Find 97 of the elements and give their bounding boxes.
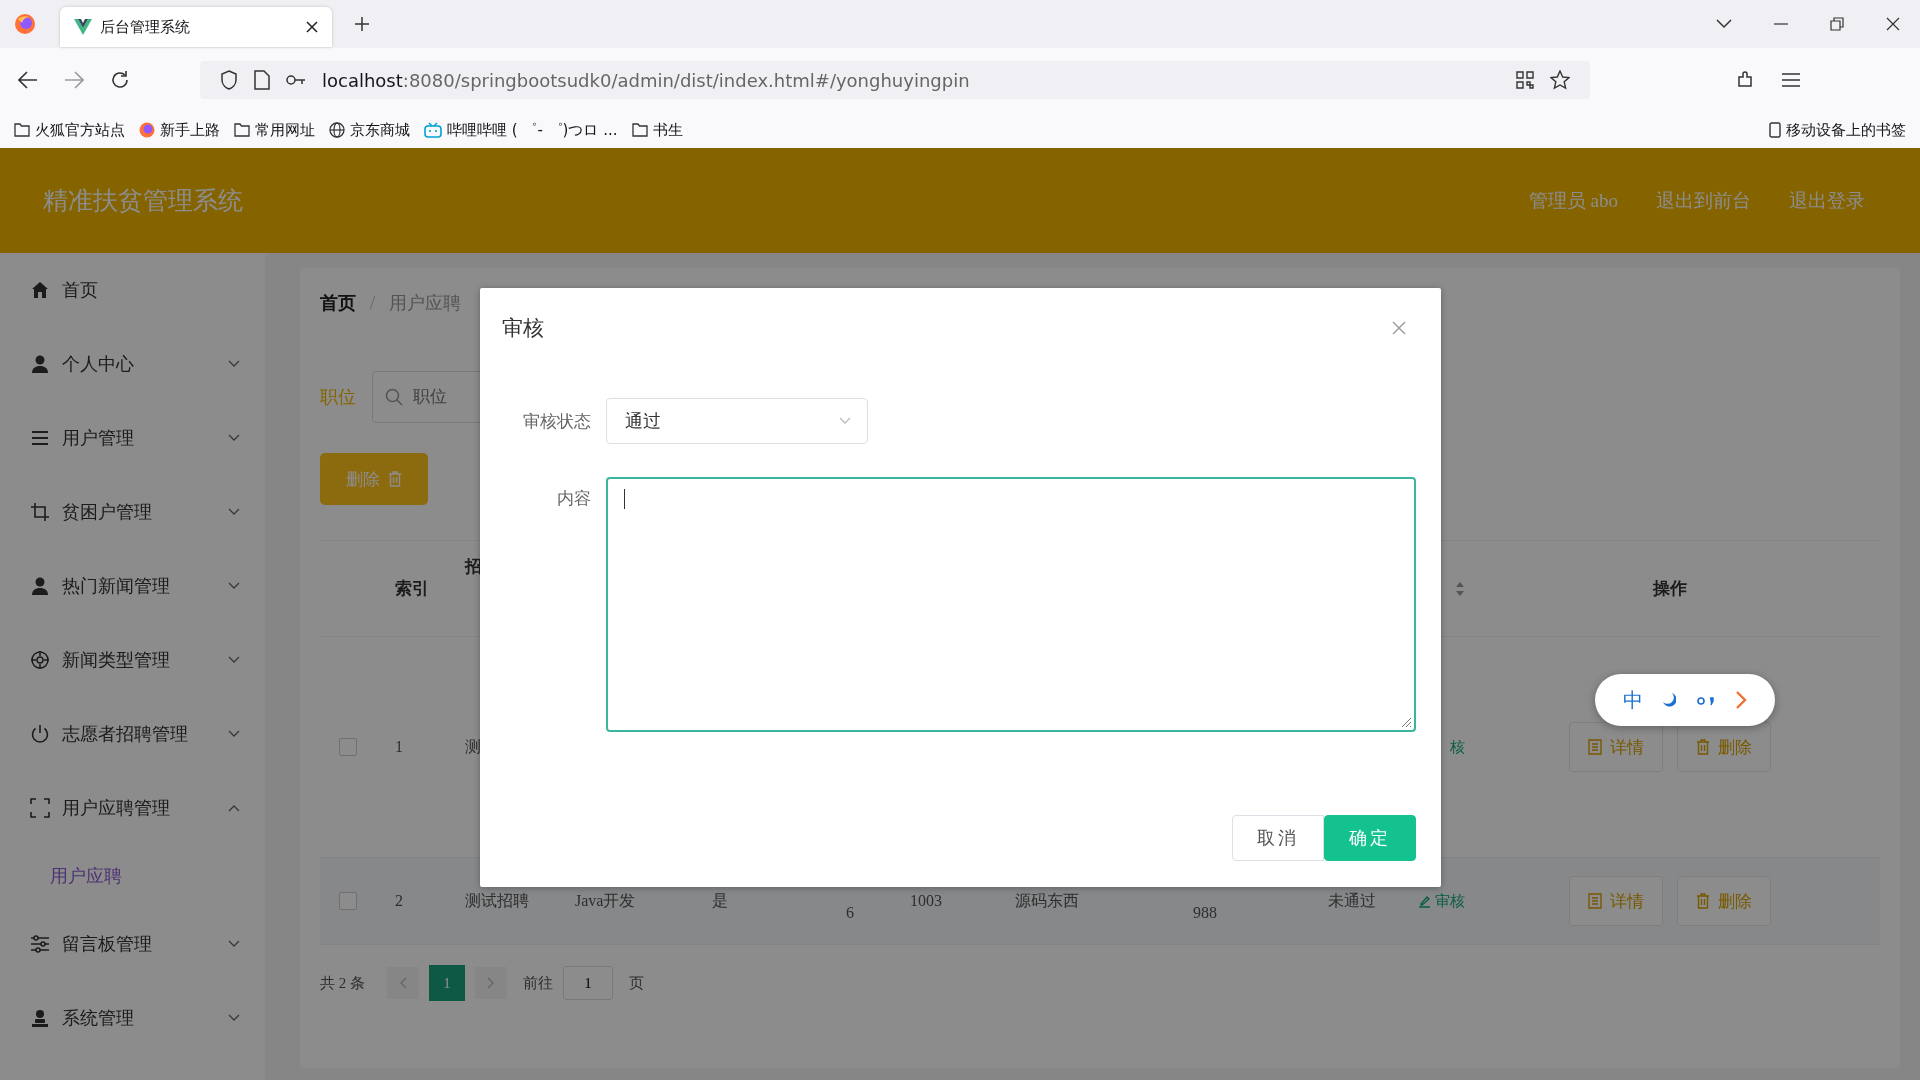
dialog-title: 审核 xyxy=(502,315,544,342)
chevron-right-icon xyxy=(487,977,495,989)
table-cell: 988 xyxy=(1193,904,1217,922)
sidebar-item[interactable]: 热门新闻管理 xyxy=(0,549,265,623)
trash-icon xyxy=(388,471,402,487)
cancel-button[interactable]: 取消 xyxy=(1232,815,1324,861)
app-title: 精准扶贫管理系统 xyxy=(43,186,243,216)
page-input[interactable]: 1 xyxy=(563,966,613,1000)
trash-icon xyxy=(1696,739,1710,755)
browser-tab[interactable]: 后台管理系统 xyxy=(60,7,332,47)
sidebar-item[interactable]: 用户管理 xyxy=(0,401,265,475)
power-icon xyxy=(30,724,50,744)
sidebar-item[interactable]: 贫困户管理 xyxy=(0,475,265,549)
search-label: 职位 xyxy=(320,386,356,409)
chevron-left-icon xyxy=(399,977,407,989)
close-icon[interactable] xyxy=(306,21,318,33)
sidebar-subitem[interactable]: 用户应聘 xyxy=(0,845,265,907)
table-cell-text: 未通过 xyxy=(1328,890,1376,911)
chevron-right-icon[interactable] xyxy=(1735,690,1748,710)
tv-icon xyxy=(424,122,442,138)
crop-icon xyxy=(30,502,50,522)
folder-icon xyxy=(14,123,30,137)
table-cell-text: 测试招聘 xyxy=(465,890,529,911)
bookmark-link[interactable]: 书生 xyxy=(631,120,683,140)
sidebar-item[interactable]: 留言板管理 xyxy=(0,907,265,981)
sidebar-item[interactable]: 志愿者招聘管理 xyxy=(0,697,265,771)
ime-mode-toggle[interactable]: 中 xyxy=(1622,686,1643,714)
document-icon xyxy=(1588,893,1602,909)
breadcrumb-separator: / xyxy=(370,292,375,314)
resize-grip-icon[interactable] xyxy=(1400,716,1412,728)
document-icon xyxy=(1588,739,1602,755)
star-icon[interactable] xyxy=(1550,70,1570,90)
row-checkbox[interactable] xyxy=(338,892,357,910)
list-icon xyxy=(30,428,50,448)
table-cell: 1 xyxy=(395,738,403,756)
close-icon[interactable] xyxy=(1886,17,1900,31)
moon-icon[interactable] xyxy=(1662,692,1677,708)
trash-icon xyxy=(1696,893,1710,909)
bookmark-link[interactable]: 火狐官方站点 xyxy=(14,120,125,140)
chevron-down-icon xyxy=(839,417,851,425)
sidebar-item[interactable]: 用户应聘管理 xyxy=(0,771,265,845)
folder-icon xyxy=(631,123,648,137)
sidebar-item[interactable]: 个人中心 xyxy=(0,327,265,401)
reload-icon[interactable] xyxy=(110,70,130,90)
bookmark-link[interactable]: 京东商城 xyxy=(329,120,410,140)
table-cell-text: 测 xyxy=(465,736,481,757)
field-label: 审核状态 xyxy=(522,409,591,433)
frame-icon xyxy=(30,798,50,818)
column-header: 索引 xyxy=(395,578,429,600)
forward-icon[interactable] xyxy=(64,71,84,89)
table-cell: 2 xyxy=(395,892,403,910)
sidebar-item[interactable]: 系统管理 xyxy=(0,981,265,1055)
sidebar-item[interactable]: 新闻类型管理 xyxy=(0,623,265,697)
goto-label: 前往 xyxy=(523,973,553,993)
status-select[interactable]: 通过 xyxy=(606,398,868,444)
phone-icon xyxy=(1769,122,1781,138)
search-icon xyxy=(385,388,403,406)
qr-code-icon[interactable] xyxy=(1516,71,1534,89)
breadcrumb-item[interactable]: 首页 xyxy=(320,291,356,315)
row-checkbox[interactable] xyxy=(338,738,357,756)
shield-icon[interactable] xyxy=(220,70,238,90)
folder-icon xyxy=(234,123,250,137)
total-count: 共 2 条 xyxy=(320,973,365,993)
page-suffix: 页 xyxy=(629,973,644,993)
v-logo-icon xyxy=(74,19,92,35)
table-cell: 1003 xyxy=(910,892,942,910)
field-label: 内容 xyxy=(556,487,591,510)
back-icon[interactable] xyxy=(18,71,38,89)
table-cell: 6 xyxy=(846,904,854,922)
restore-icon[interactable] xyxy=(1830,17,1844,31)
firefox-icon xyxy=(139,122,155,138)
table-cell-text: Java开发 xyxy=(575,890,636,911)
page-icon[interactable] xyxy=(254,70,270,90)
target-icon xyxy=(30,650,50,670)
bookmark-link[interactable]: 哔哩哔哩 ( ゜- ゜)つロ ... xyxy=(424,120,618,140)
url-text: localhost:8080/springbootsudk0/admin/dist/index.html#/yonghuyingpin xyxy=(322,69,970,91)
column-header: 操作 xyxy=(1653,578,1687,600)
user-icon xyxy=(30,354,50,374)
key-icon[interactable] xyxy=(286,73,306,87)
bookmark-link[interactable]: 常用网址 xyxy=(234,120,315,140)
table-cell-text: 是 xyxy=(712,890,728,911)
address-bar[interactable]: localhost:8080/springbootsudk0/admin/dist/index.html#/yonghuyingpin xyxy=(200,61,1590,99)
sidebar-item[interactable]: 首页 xyxy=(0,253,265,327)
globe-icon xyxy=(329,122,345,138)
bookmark-link[interactable]: 移动设备上的书签 xyxy=(1769,120,1906,140)
table-cell-text: 源码东西 xyxy=(1015,890,1079,911)
firefox-icon[interactable] xyxy=(14,13,36,35)
bookmark-link[interactable]: 新手上路 xyxy=(139,120,220,140)
menu-icon[interactable] xyxy=(1782,73,1800,87)
user-name: 管理员 abo xyxy=(1528,188,1618,213)
home-icon xyxy=(30,280,50,300)
chevron-down-icon[interactable] xyxy=(1716,19,1732,29)
edit-icon xyxy=(1418,894,1431,908)
stamp-icon xyxy=(30,1008,50,1028)
user-icon xyxy=(30,576,50,596)
sliders-icon xyxy=(30,934,50,954)
new-tab-icon[interactable] xyxy=(354,16,370,32)
